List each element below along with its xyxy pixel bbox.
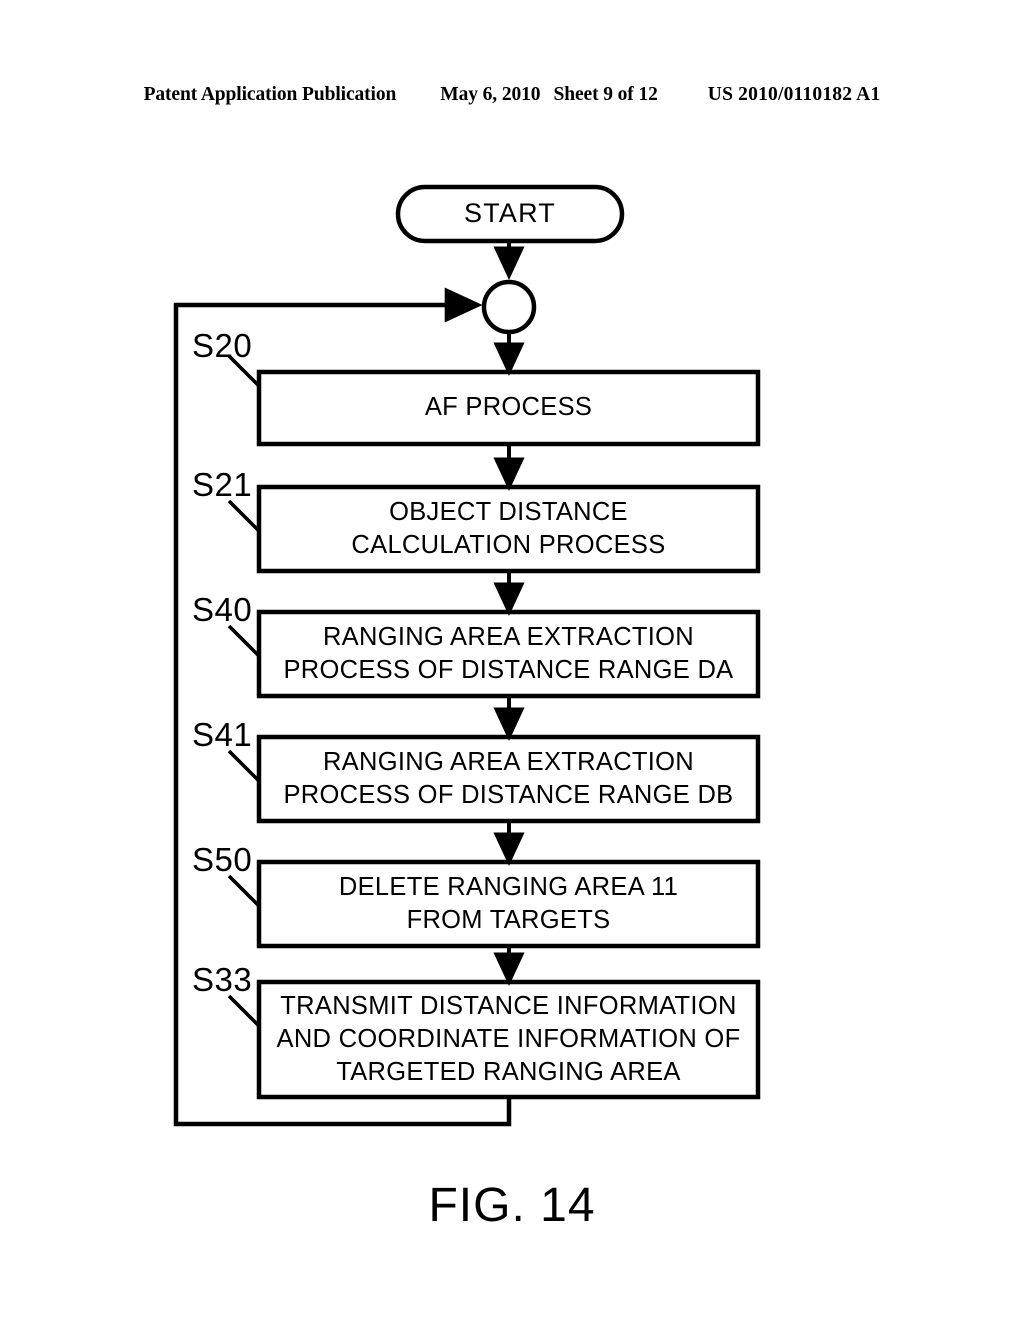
step-number-s40: S40 <box>192 591 253 628</box>
step-number-s50: S50 <box>192 841 253 878</box>
process-label-s40: RANGING AREA EXTRACTION PROCESS OF DISTA… <box>283 622 734 684</box>
step-number-s20: S20 <box>192 327 253 364</box>
junction-node-shape <box>481 279 537 335</box>
leader-line-s50 <box>227 874 261 908</box>
flowchart-figure: START AF PROCESS OBJECT DISTANCE CALCULA… <box>0 0 1024 1320</box>
leader-line-s40 <box>227 624 261 658</box>
step-number-s33: S33 <box>192 961 253 998</box>
figure-caption: FIG. 14 <box>428 1179 596 1232</box>
start-terminal-label: START <box>463 198 556 229</box>
leader-line-s21 <box>227 499 261 533</box>
process-label-s21: OBJECT DISTANCE CALCULATION PROCESS <box>351 497 666 559</box>
leader-line-s41 <box>227 749 261 783</box>
step-number-s41: S41 <box>192 716 253 753</box>
process-label-s33: TRANSMIT DISTANCE INFORMATION AND COORDI… <box>276 991 741 1087</box>
process-label-s41: RANGING AREA EXTRACTION PROCESS OF DISTA… <box>283 747 734 809</box>
step-number-s21: S21 <box>192 466 253 503</box>
process-label-s50: DELETE RANGING AREA 11 FROM TARGETS <box>338 872 679 934</box>
leader-line-s33 <box>227 994 261 1028</box>
process-label-s20: AF PROCESS <box>424 393 593 422</box>
